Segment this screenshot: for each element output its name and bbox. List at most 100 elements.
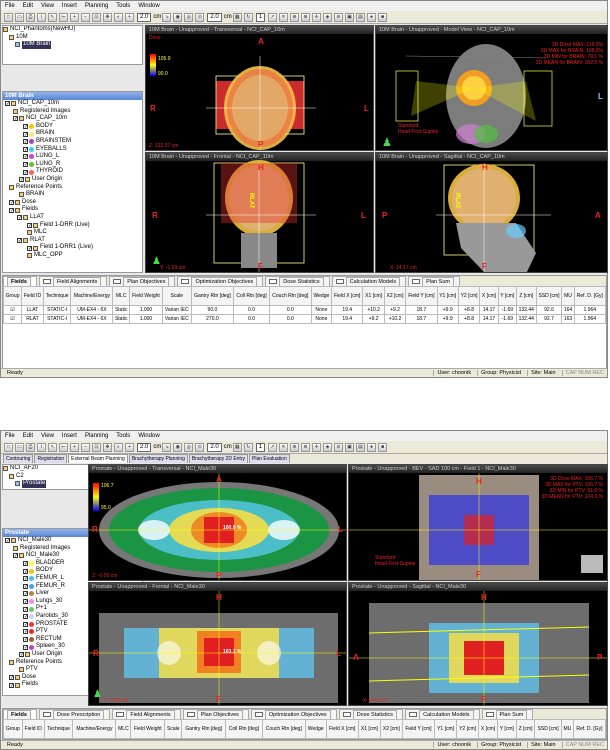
column-header[interactable]: Field X [cm] bbox=[325, 719, 359, 739]
tab-external-beam-planning[interactable]: External Beam Planning bbox=[68, 454, 128, 463]
tab-checkbox[interactable] bbox=[485, 712, 494, 717]
tab-calculation-models[interactable]: Calculation Models bbox=[331, 276, 407, 286]
column-header[interactable]: Gantry Rtn [deg] bbox=[190, 286, 235, 306]
column-header[interactable]: Z [cm] bbox=[515, 719, 536, 739]
checkbox[interactable]: ✓ bbox=[23, 621, 28, 627]
column-header[interactable]: Field Y [cm] bbox=[405, 286, 438, 306]
field-llat-drr[interactable]: ✓ Field 1-DRR (Live) bbox=[3, 222, 142, 230]
cube-icon[interactable]: ■ bbox=[378, 12, 388, 22]
field-rlat-drr[interactable]: ✓ Field 1-DRR1 (Live) bbox=[3, 244, 142, 252]
cross-icon[interactable]: ✕ bbox=[279, 442, 289, 452]
structure-brainstem[interactable]: ✓ BRAINSTEM bbox=[3, 138, 142, 146]
tab-plan-sum[interactable]: Plan Sum bbox=[408, 276, 460, 286]
column-header[interactable]: Wedge bbox=[304, 719, 327, 739]
tab-plan-objectives[interactable]: Plan Objectives bbox=[109, 276, 176, 286]
sagittal-view[interactable]: Prostate - Unapproved - Sagittal - NCI_M… bbox=[348, 582, 608, 706]
column-header[interactable]: Group bbox=[3, 719, 23, 739]
column-header[interactable]: X1 [cm] bbox=[357, 719, 381, 739]
tree-plan[interactable]: ✓ NCI_CAP_10m bbox=[3, 100, 142, 108]
zoom-out-icon[interactable]: − bbox=[81, 442, 90, 452]
measure-icon[interactable]: ⊢ bbox=[59, 12, 68, 22]
tree-structure-set[interactable]: ✓ NCI_CAP_10m bbox=[3, 115, 142, 123]
tab-optimization-objectives[interactable]: Optimization Objectives bbox=[177, 276, 264, 286]
sphere-icon[interactable]: ● bbox=[367, 12, 377, 22]
transversal-view[interactable]: 10M Brain - Unapproved - Transversal - N… bbox=[145, 25, 374, 151]
bev-view[interactable]: Prostate - Unapproved - BEV - SAD 100 cm… bbox=[348, 464, 608, 581]
dose-icon[interactable]: ◉ bbox=[173, 442, 183, 452]
tab-field-alignments[interactable]: Field Alignments bbox=[112, 709, 181, 719]
column-header[interactable]: Ref. D. [Gy] bbox=[572, 719, 607, 739]
column-header[interactable]: MLC bbox=[112, 286, 131, 306]
slice-value[interactable]: 1 bbox=[255, 12, 266, 22]
checkbox[interactable]: ✓ bbox=[23, 139, 28, 145]
contour-icon[interactable]: ⊙ bbox=[195, 442, 205, 452]
tree-user-origin[interactable]: ✓ User Origin bbox=[3, 176, 142, 184]
menu-item-file[interactable]: File bbox=[5, 433, 15, 439]
structure-lung_l[interactable]: ✓ LUNG_L bbox=[3, 153, 142, 161]
tab-checkbox[interactable] bbox=[186, 712, 195, 717]
checkbox[interactable]: ✓ bbox=[23, 637, 28, 643]
column-header[interactable]: SSD [cm] bbox=[535, 286, 563, 306]
column-header[interactable]: Couch Rtn [deg] bbox=[261, 719, 306, 739]
crosshair-icon[interactable]: + bbox=[125, 442, 134, 452]
cross-icon[interactable]: ✕ bbox=[279, 12, 289, 22]
model-view[interactable]: 10M Brain - Unapproved - Model View - NC… bbox=[375, 25, 608, 151]
tab-brachytherapy-planning[interactable]: Brachytherapy Planning bbox=[128, 454, 188, 463]
menu-item-view[interactable]: View bbox=[41, 433, 54, 439]
column-header[interactable]: Ref. D. [Gy] bbox=[573, 286, 607, 306]
zoom-in-icon[interactable]: + bbox=[70, 12, 79, 22]
tree-registered-images[interactable]: Registered Images bbox=[3, 108, 142, 116]
table-row[interactable]: ☑ RLAT STATIC-I UM-EX4 - 6X Static 1.000 Varia… bbox=[2, 314, 607, 324]
checkbox[interactable]: ✓ bbox=[27, 222, 32, 228]
isodose-icon[interactable]: ◎ bbox=[184, 12, 194, 22]
checkbox[interactable]: ✓ bbox=[23, 606, 28, 612]
isodose-icon[interactable]: ◎ bbox=[184, 442, 194, 452]
sagittal-view[interactable]: 10M Brain - Unapproved - Sagittal - NCI_… bbox=[375, 152, 608, 273]
axis-icon[interactable]: ✛ bbox=[312, 442, 322, 452]
structure-lung_r[interactable]: ✓ LUNG_R bbox=[3, 161, 142, 169]
column-header[interactable]: Gantry Rtn [deg] bbox=[181, 719, 227, 739]
structure-body[interactable]: ✓ BODY bbox=[3, 123, 142, 131]
column-header[interactable]: Group bbox=[2, 286, 23, 306]
field-llat-mlc[interactable]: MLC bbox=[3, 229, 142, 237]
checkbox[interactable]: ✓ bbox=[23, 644, 28, 650]
checkbox[interactable]: ✓ bbox=[23, 131, 28, 137]
info-icon[interactable]: i bbox=[37, 442, 46, 452]
tab-plan-objectives[interactable]: Plan Objectives bbox=[182, 709, 249, 719]
menu-item-tools[interactable]: Tools bbox=[116, 3, 130, 9]
checkbox[interactable]: ✓ bbox=[9, 207, 14, 213]
checkbox[interactable]: ✓ bbox=[27, 245, 32, 251]
tab-fields[interactable]: Fields bbox=[3, 276, 37, 286]
checkbox[interactable]: ✓ bbox=[9, 682, 14, 688]
column-header[interactable]: Field Weight bbox=[129, 286, 163, 306]
tree-root[interactable]: NCI_Phantoms(NewHU) bbox=[3, 26, 142, 34]
column-header[interactable]: Technique bbox=[43, 719, 74, 739]
tree-ref-point[interactable]: BRAIN bbox=[3, 191, 142, 199]
tree-reference-points[interactable]: Reference Points bbox=[3, 184, 142, 192]
axis-icon[interactable]: ✛ bbox=[312, 12, 322, 22]
column-header[interactable]: Field Y [cm] bbox=[401, 719, 436, 739]
zoom-value[interactable]: 2.0 bbox=[137, 12, 152, 22]
info-icon[interactable]: i bbox=[37, 12, 46, 22]
checkbox[interactable]: ✓ bbox=[23, 169, 28, 175]
tab-checkbox[interactable] bbox=[116, 712, 125, 717]
column-header[interactable]: Machine/Energy bbox=[72, 719, 117, 739]
tab-dose-statistics[interactable]: Dose Statistics bbox=[265, 276, 330, 286]
column-header[interactable]: Scale bbox=[164, 719, 183, 739]
checkbox[interactable]: ✓ bbox=[9, 200, 14, 206]
zoom-in-icon[interactable]: + bbox=[70, 442, 79, 452]
tree-study[interactable]: 10M bbox=[3, 34, 142, 42]
pan-icon[interactable]: ✥ bbox=[103, 442, 112, 452]
tab-checkbox[interactable] bbox=[335, 279, 344, 284]
print-icon[interactable]: ⎙ bbox=[26, 12, 35, 22]
menu-item-window[interactable]: Window bbox=[138, 433, 159, 439]
menu-item-planning[interactable]: Planning bbox=[85, 3, 108, 9]
column-header[interactable]: Wedge bbox=[310, 286, 332, 306]
lock-icon[interactable]: ⊘ bbox=[334, 442, 344, 452]
column-header[interactable]: Coll Rtn [deg] bbox=[233, 286, 270, 306]
menu-item-tools[interactable]: Tools bbox=[116, 433, 130, 439]
menu-item-view[interactable]: View bbox=[41, 3, 54, 9]
tab-plan-sum[interactable]: Plan Sum bbox=[481, 709, 534, 719]
checkbox[interactable]: ✓ bbox=[23, 561, 28, 567]
column-header[interactable]: Y1 [cm] bbox=[436, 286, 459, 306]
